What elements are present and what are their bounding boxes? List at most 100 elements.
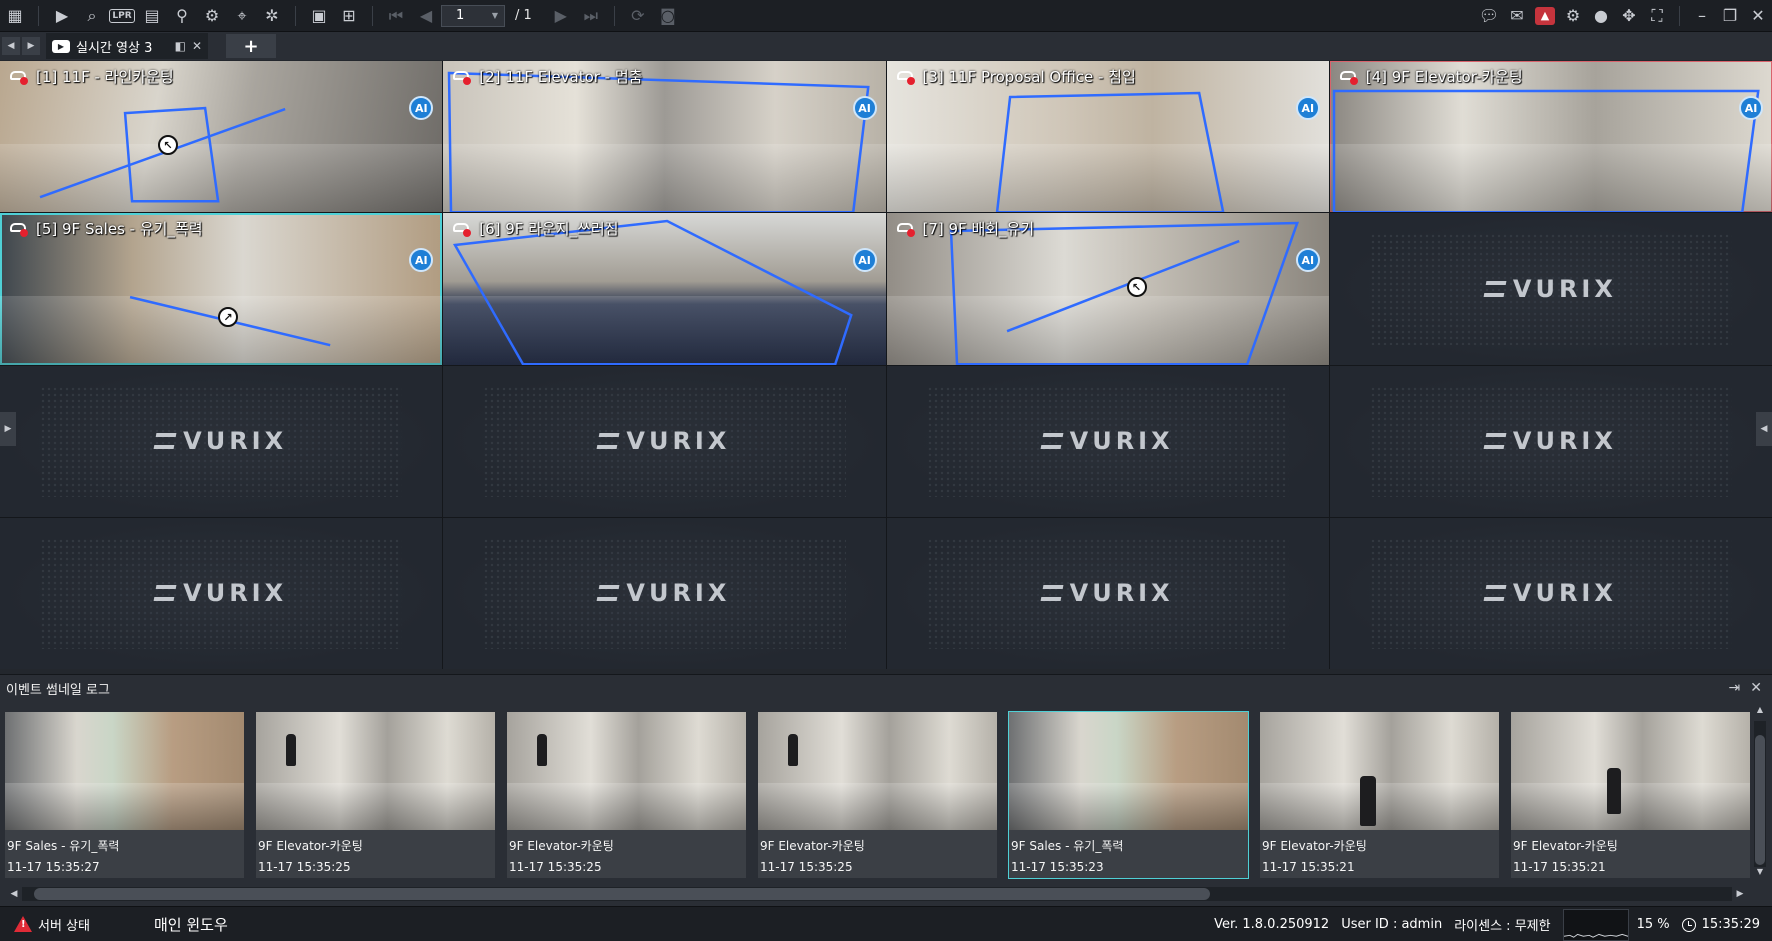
camera-title: [3] 11F Proposal Office - 침입 xyxy=(896,66,1136,87)
camera-icon xyxy=(1339,70,1358,85)
fullscreen-icon[interactable]: ⛶ xyxy=(1643,1,1671,31)
toolbar-divider xyxy=(613,5,615,26)
vertical-scrollbar[interactable]: ▲ ▼ xyxy=(1752,705,1768,883)
message-icon[interactable]: ✉ xyxy=(1503,1,1531,31)
event-time: 11-17 15:35:25 xyxy=(258,860,351,874)
snapshot-icon[interactable]: ◙ xyxy=(653,1,683,31)
tab-scroll-right-icon[interactable]: ▶ xyxy=(22,37,40,55)
ai-analytics-icon[interactable]: AI xyxy=(1295,248,1320,273)
chat-icon[interactable]: 💬︎ xyxy=(1475,1,1503,31)
user-icon[interactable]: ● xyxy=(1587,1,1615,31)
ai-analytics-icon[interactable]: AI xyxy=(852,248,877,273)
scrollbar-thumb[interactable] xyxy=(34,888,1210,900)
close-icon[interactable]: ✕ xyxy=(1744,1,1772,31)
camera-tile[interactable]: [4] 9F Elevator-카운팅 AI xyxy=(1329,61,1772,213)
event-time: 11-17 15:35:23 xyxy=(1011,860,1104,874)
close-icon[interactable]: ✕ xyxy=(1750,680,1762,696)
server-status-label[interactable]: 서버 상태 xyxy=(38,915,90,934)
camera-tile[interactable]: [3] 11F Proposal Office - 침입 AI xyxy=(886,61,1329,213)
refresh-icon[interactable]: ⟳ xyxy=(623,1,653,31)
license-label: 라이센스 : 무제한 xyxy=(1454,919,1551,934)
empty-tile[interactable]: VURIX xyxy=(1329,517,1772,669)
minimize-icon[interactable]: – xyxy=(1688,1,1716,31)
event-time: 11-17 15:35:25 xyxy=(760,860,853,874)
move-icon[interactable]: ✥ xyxy=(1615,1,1643,31)
horizontal-scrollbar[interactable]: ◀ ▶ xyxy=(6,885,1748,903)
left-panel-toggle-icon[interactable]: ▶ xyxy=(0,412,16,446)
alarm-icon[interactable]: ▲ xyxy=(1535,6,1555,25)
camera-tile[interactable]: ↗ [5] 9F Sales - 유기_폭력 AI xyxy=(0,213,443,365)
ai-analytics-icon[interactable]: AI xyxy=(1739,96,1763,120)
event-thumbnail[interactable]: 9F Elevator-카운팅 11-17 15:35:21 xyxy=(1510,711,1751,879)
dock-icon[interactable]: ⇥ xyxy=(1729,680,1741,696)
empty-tile[interactable]: VURIX xyxy=(1329,365,1772,517)
event-thumbnail[interactable]: 9F Elevator-카운팅 11-17 15:35:25 xyxy=(757,711,998,879)
toolbar-divider xyxy=(38,5,39,26)
tab-scroll-left-icon[interactable]: ◀ xyxy=(2,37,20,55)
event-thumbnail[interactable]: 9F Elevator-카운팅 11-17 15:35:25 xyxy=(255,711,496,879)
ai-analytics-icon[interactable]: AI xyxy=(852,96,877,120)
camera-name: [6] 9F 라운지_쓰러짐 xyxy=(479,220,619,239)
event-icon[interactable]: ▤ xyxy=(137,1,167,31)
scroll-right-icon[interactable]: ▶ xyxy=(1732,889,1748,899)
empty-tile[interactable]: VURIX xyxy=(886,517,1329,669)
live-play-icon[interactable]: ▶ xyxy=(47,1,77,31)
first-page-icon[interactable]: ⏮ xyxy=(381,1,411,31)
prev-page-icon[interactable]: ◀ xyxy=(411,1,441,31)
camera-tile[interactable]: [2] 11F Elevator - 멈춤 AI xyxy=(443,61,886,213)
camera-icon xyxy=(10,70,28,85)
lpr-button[interactable]: LPR xyxy=(107,1,137,31)
camera-icon xyxy=(10,222,28,237)
page-select[interactable]: 1 ▼ xyxy=(441,4,505,27)
grid-menu-icon[interactable]: ▦ xyxy=(0,1,30,31)
gear-icon[interactable]: ⚙ xyxy=(1559,1,1587,31)
scroll-left-icon[interactable]: ◀ xyxy=(6,889,22,899)
last-page-icon[interactable]: ⏭ xyxy=(576,1,606,31)
layout-icon[interactable]: ▣ xyxy=(304,1,334,31)
right-panel-toggle-icon[interactable]: ◀ xyxy=(1756,412,1772,446)
event-thumbnail[interactable]: 9F Elevator-카운팅 11-17 15:35:21 xyxy=(1259,711,1500,879)
toolbar-divider xyxy=(372,5,373,26)
camera-tile[interactable]: ↖ [1] 11F - 라인카운팅 AI xyxy=(0,61,443,213)
warning-icon[interactable]: ! xyxy=(14,916,32,932)
event-thumbnail[interactable]: 9F Sales - 유기_폭력 11-17 15:35:23 xyxy=(1008,711,1249,879)
status-bar: ! 서버 상태 매인 윈도우 Ver. 1.8.0.250912 User ID… xyxy=(0,906,1772,941)
cpu-usage-graph xyxy=(1562,908,1629,941)
empty-tile[interactable]: VURIX xyxy=(886,365,1329,517)
empty-tile[interactable]: VURIX xyxy=(443,365,886,517)
restore-icon[interactable]: ❐ xyxy=(1716,1,1744,31)
event-thumbnail[interactable]: 9F Sales - 유기_폭력 11-17 15:35:27 xyxy=(4,711,245,879)
live-play-icon: ▶ xyxy=(52,39,70,53)
scroll-up-icon[interactable]: ▲ xyxy=(1757,705,1763,721)
add-screen-icon[interactable]: ⊞ xyxy=(334,1,364,31)
event-thumbnail-list: 9F Sales - 유기_폭력 11-17 15:35:27 9F Elevat… xyxy=(4,711,1751,879)
event-thumbnail[interactable]: 9F Elevator-카운팅 11-17 15:35:25 xyxy=(506,711,747,879)
camera-tile[interactable]: [6] 9F 라운지_쓰러짐 AI xyxy=(443,213,886,365)
empty-tile[interactable]: VURIX xyxy=(0,517,443,669)
camera-title: [6] 9F 라운지_쓰러짐 xyxy=(453,218,619,239)
event-snapshot xyxy=(758,712,997,830)
next-page-icon[interactable]: ▶ xyxy=(546,1,576,31)
settings-search-icon[interactable]: ✲ xyxy=(257,1,287,31)
empty-tile[interactable]: VURIX xyxy=(1329,213,1772,365)
event-snapshot xyxy=(5,712,244,830)
scrollbar-thumb[interactable] xyxy=(1755,735,1765,865)
event-snapshot xyxy=(256,712,495,830)
map-icon[interactable]: ⌖ xyxy=(227,1,257,31)
add-tab-button[interactable]: + xyxy=(226,34,276,58)
camera-title: [4] 9F Elevator-카운팅 xyxy=(1339,66,1523,87)
tab-live-video-3[interactable]: ▶ 실시간 영상 3 ◧ ✕ xyxy=(46,33,208,59)
camera-tile[interactable]: ↖ [7] 9F 배회_유기 AI xyxy=(886,213,1329,365)
empty-tile[interactable]: VURIX xyxy=(443,517,886,669)
toolbar-right: 💬︎ ✉ ▲ ⚙ ● ✥ ⛶ – ❐ ✕ xyxy=(1475,0,1772,31)
tab-close-icon[interactable]: ✕ xyxy=(192,39,202,53)
event-camera-name: 9F Elevator-카운팅 xyxy=(760,839,865,853)
playback-search-icon[interactable]: ⌕ xyxy=(77,1,107,31)
tab-save-icon[interactable]: ◧ xyxy=(175,39,186,53)
event-snapshot xyxy=(507,712,746,830)
person-search-icon[interactable]: ⚲ xyxy=(167,1,197,31)
empty-tile[interactable]: VURIX xyxy=(0,365,443,517)
ai-analytics-icon[interactable]: AI xyxy=(1295,96,1320,120)
bicycle-icon[interactable]: ⚙ xyxy=(197,1,227,31)
scroll-down-icon[interactable]: ▼ xyxy=(1757,867,1763,883)
